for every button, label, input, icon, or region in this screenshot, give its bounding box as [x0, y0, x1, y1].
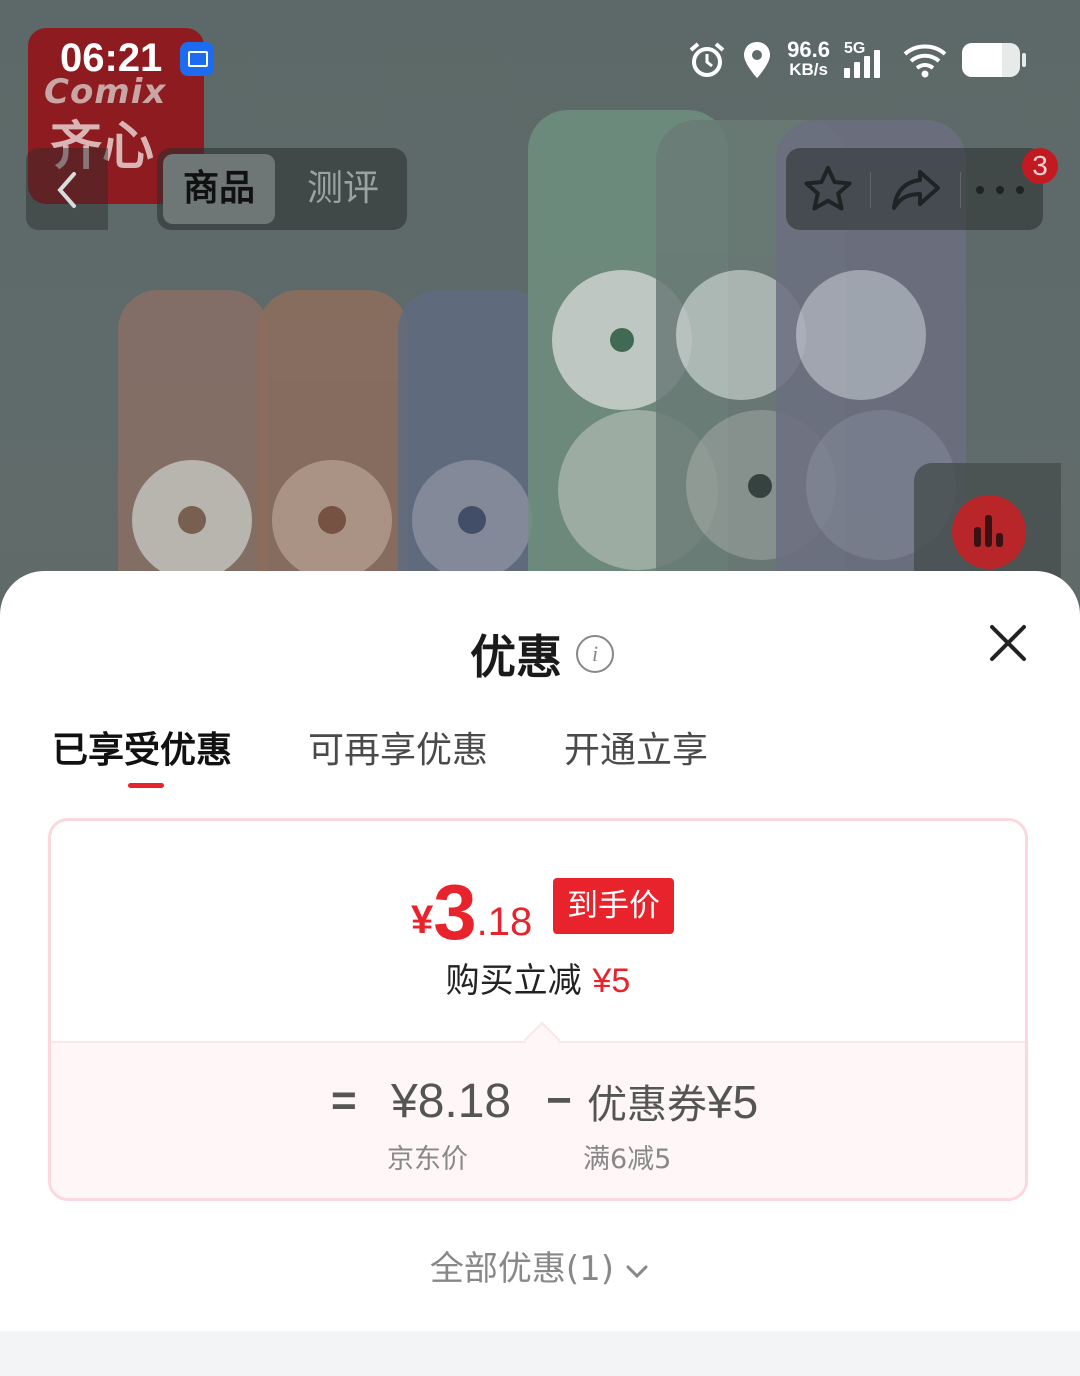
back-arrow-icon — [57, 172, 76, 208]
jd-price-label: 京东价 — [387, 1144, 468, 1175]
status-bar: 06:21 96.6 KB/s 5G — [0, 0, 1080, 120]
price-breakdown-card: ¥ 3 .18 到手价 购买立减 ¥5 = ¥8.18 − 优惠券¥5 京东价 … — [48, 818, 1028, 1201]
more-icon[interactable] — [970, 160, 1030, 220]
jd-price: ¥8.18 — [391, 1074, 512, 1128]
tab-review[interactable]: 测评 — [287, 154, 399, 224]
instant-discount-amount: ¥5 — [592, 962, 631, 1000]
chevron-down-icon — [626, 1265, 648, 1278]
sheet-title: 优惠 — [470, 630, 562, 684]
final-price-integer: 3 — [433, 868, 477, 956]
offer-tabs: 已享受优惠 可再享优惠 开通立享 — [52, 721, 784, 788]
status-icons: 96.6 KB/s 5G — [687, 37, 1026, 82]
all-offers-label: 全部优惠(1) — [429, 1249, 615, 1289]
instant-discount-label: 购买立减 — [445, 961, 582, 1001]
product-tape-1 — [118, 290, 268, 610]
final-price: ¥ 3 .18 — [411, 868, 533, 956]
equals-sign: = — [331, 1076, 357, 1125]
screen-cast-icon — [180, 42, 214, 76]
all-offers-toggle[interactable]: 全部优惠(1) — [0, 1241, 1080, 1290]
coupon-rule: 满6减5 — [583, 1144, 672, 1175]
bar-chart-icon — [974, 515, 1003, 547]
battery-icon — [962, 43, 1026, 77]
info-icon[interactable]: i — [576, 635, 614, 673]
instant-discount-line: 购买立减 ¥5 — [51, 953, 1025, 1002]
bottom-strip — [0, 1331, 1080, 1376]
action-bar — [786, 148, 1043, 230]
coupon-label: 优惠券 — [587, 1082, 707, 1128]
close-icon[interactable] — [986, 621, 1030, 665]
sheet-header: 优惠 i — [470, 621, 614, 687]
final-price-tag: 到手价 — [553, 878, 674, 934]
currency-symbol: ¥ — [411, 898, 434, 942]
signal-icon: 5G — [844, 40, 888, 80]
alarm-icon — [689, 42, 725, 77]
final-price-section: ¥ 3 .18 到手价 购买立减 ¥5 — [51, 821, 1025, 1041]
page-tabs: 商品 测评 — [157, 148, 407, 230]
coupon-value: ¥5 — [707, 1076, 759, 1128]
price-formula: = ¥8.18 − 优惠券¥5 — [331, 1071, 758, 1131]
product-tape-3 — [398, 290, 548, 610]
share-icon[interactable] — [886, 160, 946, 220]
tab-enjoyed-offers[interactable]: 已享受优惠 — [52, 721, 232, 788]
minus-sign: − — [546, 1076, 572, 1125]
product-tape-2 — [258, 290, 408, 610]
location-icon — [744, 42, 771, 78]
tab-more-offers[interactable]: 可再享优惠 — [308, 721, 488, 773]
tab-product[interactable]: 商品 — [163, 154, 275, 224]
notification-badge: 3 — [1022, 148, 1058, 184]
network-speed: 96.6 KB/s — [787, 37, 830, 80]
coupon-amount: 优惠券¥5 — [587, 1072, 758, 1130]
offers-bottom-sheet: 优惠 i 已享受优惠 可再享优惠 开通立享 ¥ 3 .18 到手价 购买立减 ¥… — [0, 571, 1080, 1376]
star-icon[interactable] — [798, 160, 858, 220]
back-button[interactable] — [26, 148, 108, 230]
wifi-icon — [903, 44, 947, 78]
clock: 06:21 — [60, 36, 163, 80]
final-price-decimal: .18 — [476, 900, 533, 944]
price-formula-section: = ¥8.18 − 优惠券¥5 京东价 满6减5 — [51, 1041, 1025, 1198]
tab-activate-offers[interactable]: 开通立享 — [564, 721, 708, 773]
